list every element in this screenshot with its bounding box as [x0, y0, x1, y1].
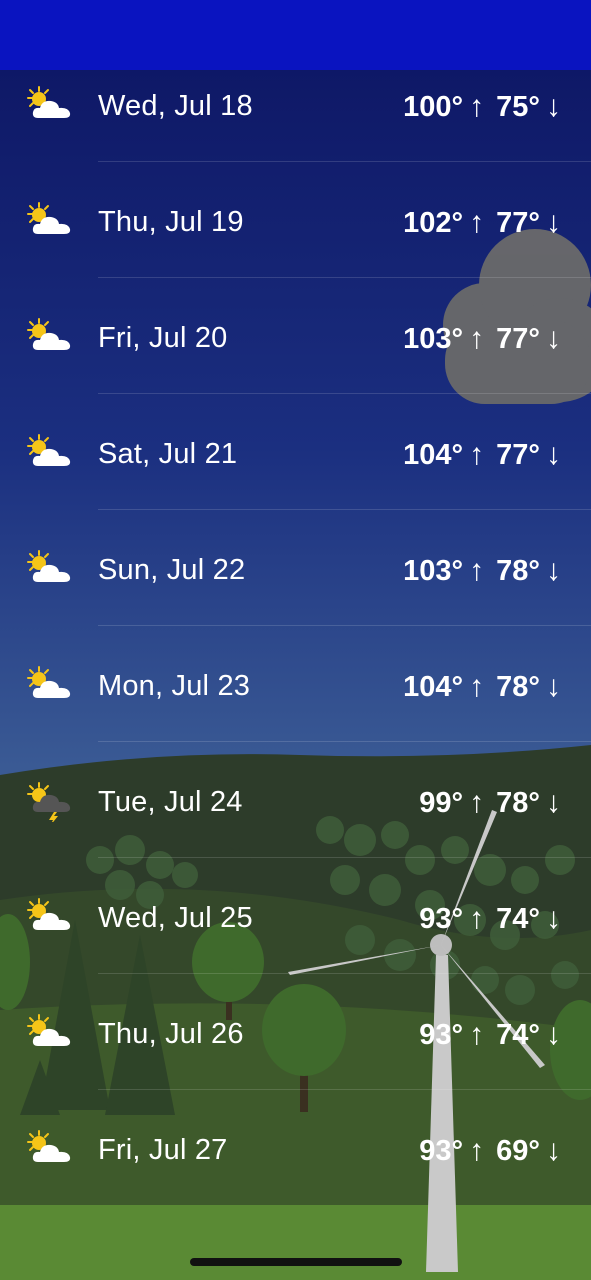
high-temp: 93°	[419, 903, 464, 935]
low-temp: 74°	[496, 903, 540, 935]
arrow-up-icon: ↑	[469, 902, 485, 935]
forecast-date: Thu, Jul 19	[98, 206, 244, 238]
home-indicator[interactable]	[190, 1258, 402, 1266]
forecast-temps: 100° ↑ 75° ↓	[403, 90, 561, 124]
high-temp: 93°	[419, 1019, 464, 1051]
arrow-up-icon: ↑	[469, 786, 485, 819]
forecast-row[interactable]: Sat, Jul 21 104° ↑ 77° ↓	[0, 394, 591, 510]
forecast-date: Wed, Jul 25	[98, 902, 253, 934]
high-temp: 104°	[403, 671, 464, 703]
forecast-date: Wed, Jul 18	[98, 90, 253, 122]
arrow-down-icon: ↓	[546, 322, 561, 355]
arrow-up-icon: ↑	[469, 554, 485, 587]
arrow-up-icon: ↑	[469, 90, 485, 123]
partly-sunny-icon	[27, 434, 71, 466]
forecast-temps: 103° ↑ 77° ↓	[403, 322, 561, 356]
low-temp: 77°	[496, 439, 540, 471]
partly-sunny-icon	[27, 550, 71, 582]
forecast-row[interactable]: Sun, Jul 22 103° ↑ 78° ↓	[0, 510, 591, 626]
high-temp: 102°	[403, 207, 464, 239]
low-temp: 78°	[496, 787, 540, 819]
partly-sunny-icon	[27, 666, 71, 698]
forecast-date: Sat, Jul 21	[98, 438, 238, 470]
forecast-row[interactable]: Wed, Jul 18 100° ↑ 75° ↓	[0, 46, 591, 162]
arrow-down-icon: ↓	[546, 438, 561, 471]
arrow-up-icon: ↑	[469, 1018, 485, 1051]
partly-sunny-icon	[27, 898, 71, 930]
partly-sunny-icon	[27, 1130, 71, 1162]
forecast-date: Fri, Jul 27	[98, 1134, 228, 1166]
low-temp: 78°	[496, 671, 540, 703]
forecast-date: Thu, Jul 26	[98, 1018, 244, 1050]
low-temp: 78°	[496, 555, 540, 587]
forecast-temps: 103° ↑ 78° ↓	[403, 554, 561, 588]
forecast-row[interactable]: Thu, Jul 26 93° ↑ 74° ↓	[0, 974, 591, 1090]
forecast-temps: 99° ↑ 78° ↓	[419, 786, 561, 820]
arrow-down-icon: ↓	[546, 786, 561, 819]
arrow-down-icon: ↓	[546, 1018, 561, 1051]
high-temp: 93°	[419, 1135, 464, 1167]
high-temp: 100°	[403, 91, 464, 123]
forecast-date: Sun, Jul 22	[98, 554, 246, 586]
forecast-date: Fri, Jul 20	[98, 322, 228, 354]
forecast-date: Mon, Jul 23	[98, 670, 251, 702]
high-temp: 104°	[403, 439, 464, 471]
arrow-up-icon: ↑	[469, 438, 485, 471]
forecast-date: Tue, Jul 24	[98, 786, 243, 818]
forecast-temps: 93° ↑ 69° ↓	[419, 1134, 561, 1168]
high-temp: 103°	[403, 323, 464, 355]
low-temp: 74°	[496, 1019, 540, 1051]
partly-sunny-icon	[27, 86, 71, 118]
forecast-row[interactable]: Mon, Jul 23 104° ↑ 78° ↓	[0, 626, 591, 742]
forecast-temps: 93° ↑ 74° ↓	[419, 902, 561, 936]
low-temp: 77°	[496, 207, 540, 239]
forecast-temps: 104° ↑ 77° ↓	[403, 438, 561, 472]
arrow-down-icon: ↓	[546, 670, 561, 703]
forecast-temps: 93° ↑ 74° ↓	[419, 1018, 561, 1052]
forecast-temps: 102° ↑ 77° ↓	[403, 206, 561, 240]
high-temp: 99°	[419, 787, 464, 819]
arrow-up-icon: ↑	[469, 206, 485, 239]
low-temp: 69°	[496, 1135, 540, 1167]
high-temp: 103°	[403, 555, 464, 587]
arrow-up-icon: ↑	[469, 670, 485, 703]
forecast-row[interactable]: Wed, Jul 25 93° ↑ 74° ↓	[0, 858, 591, 974]
partly-sunny-icon	[27, 202, 71, 234]
partly-sunny-icon	[27, 318, 71, 350]
arrow-down-icon: ↓	[546, 90, 561, 123]
forecast-row[interactable]: Tue, Jul 24 99° ↑ 78° ↓	[0, 742, 591, 858]
low-temp: 75°	[496, 91, 540, 123]
thunderstorm-icon	[27, 782, 71, 822]
forecast-temps: 104° ↑ 78° ↓	[403, 670, 561, 704]
arrow-up-icon: ↑	[469, 322, 485, 355]
forecast-row[interactable]: Fri, Jul 27 93° ↑ 69° ↓	[0, 1090, 591, 1206]
arrow-down-icon: ↓	[546, 554, 561, 587]
arrow-up-icon: ↑	[469, 1134, 485, 1167]
forecast-row[interactable]: Fri, Jul 20 103° ↑ 77° ↓	[0, 278, 591, 394]
low-temp: 77°	[496, 323, 540, 355]
partly-sunny-icon	[27, 1014, 71, 1046]
forecast-row[interactable]: Thu, Jul 19 102° ↑ 77° ↓	[0, 162, 591, 278]
arrow-down-icon: ↓	[546, 1134, 561, 1167]
arrow-down-icon: ↓	[546, 206, 561, 239]
arrow-down-icon: ↓	[546, 902, 561, 935]
